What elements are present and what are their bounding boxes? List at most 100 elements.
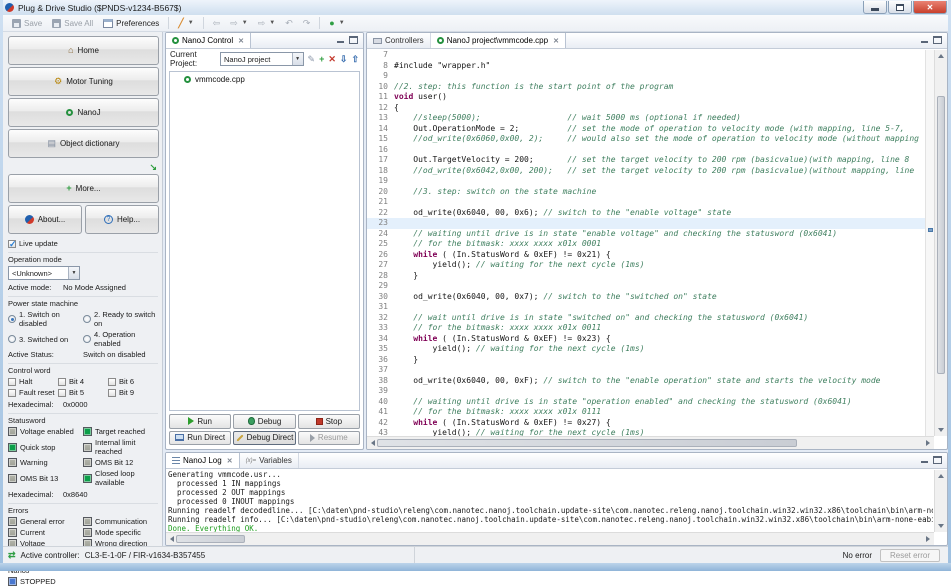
resume-button[interactable]: Resume	[298, 431, 360, 446]
sidebar-item-object-dictionary[interactable]: ▤Object dictionary	[8, 129, 159, 158]
control-word-checkbox[interactable]: Fault reset	[8, 388, 58, 397]
toolbar-separator	[203, 17, 204, 29]
minimize-view-icon[interactable]	[920, 36, 929, 44]
maximize-view-icon[interactable]	[349, 36, 358, 44]
forward-button[interactable]: ⇨▼	[225, 17, 253, 29]
editor-horizontal-scrollbar[interactable]	[367, 436, 934, 449]
radio-icon	[8, 315, 16, 323]
resume-icon	[310, 434, 315, 442]
sidebar-item-motor-tuning[interactable]: ⚙Motor Tuning	[8, 67, 159, 96]
scroll-down-icon[interactable]	[938, 428, 944, 432]
log-vertical-scrollbar[interactable]	[934, 470, 947, 532]
operation-mode-select[interactable]: <Unknown> ▼	[8, 266, 80, 280]
control-word-checkbox[interactable]: Halt	[8, 377, 58, 386]
overview-ruler[interactable]	[925, 50, 934, 436]
back-button[interactable]: ⇦	[208, 17, 226, 29]
restore-view-icon[interactable]: ↘	[149, 162, 157, 173]
statusword-section-label: Statusword	[8, 413, 158, 425]
editor-vertical-scrollbar[interactable]	[934, 50, 947, 436]
log-output[interactable]: Generating vmmcode.usr... processed 1 IN…	[168, 470, 933, 532]
save-all-button[interactable]: Save All	[47, 18, 98, 29]
maximize-view-icon[interactable]	[933, 36, 942, 44]
tab-editor-1[interactable]: NanoJ project\vmmcode.cpp✕	[431, 33, 566, 48]
import-project-icon[interactable]: ⇩	[340, 54, 348, 64]
scroll-left-icon[interactable]	[371, 440, 375, 446]
close-icon[interactable]: ✕	[227, 457, 233, 465]
scroll-down-icon[interactable]	[938, 524, 944, 528]
control-word-checkbox[interactable]: Bit 5	[58, 388, 108, 397]
power-state-radio[interactable]: 4. Operation enabled	[83, 330, 158, 348]
rename-project-icon[interactable]: ✎	[308, 54, 316, 64]
scroll-right-icon[interactable]	[926, 440, 930, 446]
about-button[interactable]: About...	[8, 205, 82, 234]
error-indicator	[83, 517, 92, 526]
close-icon[interactable]: ✕	[238, 37, 244, 45]
scroll-up-icon[interactable]	[938, 54, 944, 58]
code-line: 40 // waiting until drive is in state "o…	[367, 397, 925, 408]
undo-button[interactable]: ↶	[280, 17, 298, 29]
run-wand-button[interactable]: ╱▼	[173, 17, 198, 29]
checkbox-label: Bit 9	[119, 388, 134, 397]
statusword-bit: OMS Bit 13	[8, 469, 83, 487]
line-number: 38	[367, 376, 394, 387]
delete-project-icon[interactable]: ✕	[328, 54, 336, 64]
line-number: 28	[367, 271, 394, 282]
stop-button[interactable]: Stop	[298, 414, 360, 429]
scrollbar-thumb[interactable]	[176, 535, 245, 543]
minimize-view-icon[interactable]	[920, 456, 929, 464]
maximize-button[interactable]	[888, 1, 912, 14]
tab-variables[interactable]: (x)=Variables	[240, 453, 299, 468]
sidebar-item-more[interactable]: +More...	[8, 174, 159, 203]
tree-item-vmmcode.cpp[interactable]: vmmcode.cpp	[170, 74, 359, 85]
button-label: Run Direct	[187, 433, 225, 442]
redo-button[interactable]: ↷	[298, 17, 316, 29]
scroll-right-icon[interactable]	[926, 536, 930, 542]
add-project-icon[interactable]: +	[319, 54, 324, 64]
line-number: 14	[367, 124, 394, 135]
tab-nanoj-log[interactable]: NanoJ Log✕	[166, 453, 240, 468]
tab-nanoj-control[interactable]: NanoJ Control ✕	[166, 33, 251, 48]
close-button[interactable]: ✕	[913, 1, 947, 14]
minimize-view-icon[interactable]	[336, 36, 345, 44]
project-select[interactable]: NanoJ project ▼	[220, 52, 304, 66]
tab-editor-0[interactable]: Controllers	[367, 33, 431, 48]
sidebar-item-home[interactable]: ⌂Home	[8, 36, 159, 65]
minimize-button[interactable]	[863, 1, 887, 14]
control-word-checkbox[interactable]: Bit 6	[108, 377, 158, 386]
close-icon[interactable]: ✕	[553, 37, 559, 45]
log-horizontal-scrollbar[interactable]	[166, 532, 934, 545]
last-edit-button[interactable]: ⇨▼	[253, 17, 281, 29]
run-history-button[interactable]: ●▼	[324, 17, 349, 29]
save-button[interactable]: Save	[7, 18, 47, 29]
sidebar-item-nanoj[interactable]: NanoJ	[8, 98, 159, 127]
preferences-button[interactable]: Preferences	[98, 18, 164, 29]
scroll-up-icon[interactable]	[938, 474, 944, 478]
debug-direct-icon	[236, 434, 243, 441]
error-bit: Current	[8, 528, 83, 537]
control-word-checkbox[interactable]: Bit 9	[108, 388, 158, 397]
maximize-icon	[896, 4, 904, 11]
scrollbar-thumb[interactable]	[937, 96, 945, 374]
debug-direct-button[interactable]: Debug Direct	[233, 431, 295, 446]
button-label: Stop	[326, 417, 342, 426]
sidebar-item-label: NanoJ	[77, 108, 100, 117]
power-state-radio[interactable]: 2. Ready to switch on	[83, 310, 158, 328]
power-state-radio[interactable]: 1. Switch on disabled	[8, 310, 83, 328]
run-direct-button[interactable]: Run Direct	[169, 431, 231, 446]
line-number: 32	[367, 313, 394, 324]
run-button[interactable]: Run	[169, 414, 231, 429]
scrollbar-thumb[interactable]	[377, 439, 797, 447]
debug-button[interactable]: Debug	[233, 414, 295, 429]
help-button[interactable]: ? Help...	[85, 205, 159, 234]
scroll-left-icon[interactable]	[170, 536, 174, 542]
project-file-tree[interactable]: vmmcode.cpp	[169, 71, 360, 411]
export-project-icon[interactable]: ⇧	[351, 54, 359, 64]
reset-error-button[interactable]: Reset error	[880, 549, 940, 562]
code-editor[interactable]: 78#include "wrapper.h"910//2. step: this…	[367, 50, 925, 436]
control-word-checkbox[interactable]: Bit 4	[58, 377, 108, 386]
overview-marker[interactable]	[928, 228, 933, 232]
status-bit-label: Internal limit reached	[95, 438, 158, 456]
live-update-checkbox[interactable]: Live update	[8, 239, 158, 248]
power-state-radio[interactable]: 3. Switched on	[8, 330, 83, 348]
maximize-view-icon[interactable]	[933, 456, 942, 464]
